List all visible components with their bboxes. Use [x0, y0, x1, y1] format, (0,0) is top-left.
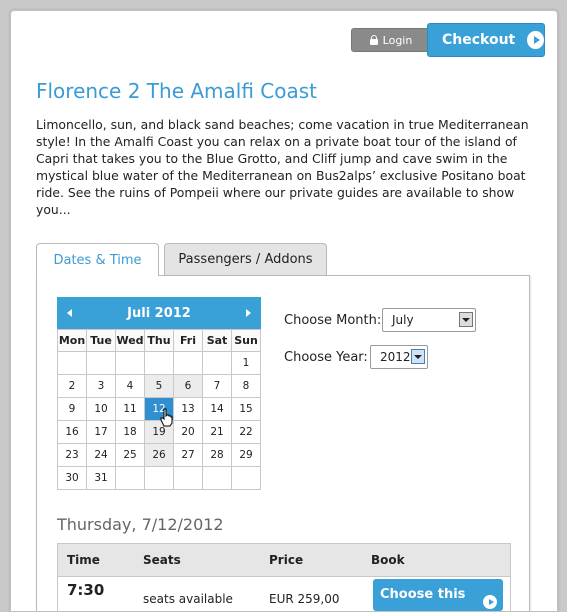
calendar-empty-cell: [144, 466, 174, 490]
calendar-day[interactable]: 8: [231, 374, 261, 398]
calendar-day[interactable]: 29: [231, 443, 261, 467]
chevron-down-icon[interactable]: [459, 312, 473, 327]
next-month-arrow-icon[interactable]: [246, 309, 251, 317]
col-seats: Seats: [143, 553, 181, 567]
selected-date-title: Thursday, 7/12/2012: [57, 515, 224, 534]
calendar-week: 1: [57, 351, 261, 375]
tour-description: Limoncello, sun, and black sand beaches;…: [36, 117, 529, 217]
calendar-day[interactable]: 6: [173, 374, 203, 398]
calendar-grid: Mon Tue Wed Thu Fri Sat Sun 1 2 3 4 5 6 7 8 9 10 11 12 13 1…: [57, 329, 261, 490]
choose-month-label: Choose Month:: [284, 313, 382, 328]
calendar-empty-cell: [202, 351, 232, 375]
calendar: Juli 2012 Mon Tue Wed Thu Fri Sat Sun 12345678…: [57, 297, 261, 490]
calendar-empty-cell: [173, 466, 203, 490]
prev-month-arrow-icon[interactable]: [67, 309, 72, 317]
calendar-header: Juli 2012: [57, 297, 261, 329]
choose-this-label: Choose this: [380, 587, 466, 602]
weekday-header: Wed: [115, 329, 145, 352]
calendar-empty-cell: [173, 351, 203, 375]
login-label: Login: [382, 33, 413, 47]
calendar-day[interactable]: 31: [86, 466, 116, 490]
schedule-table: Time Seats Price Book 7:30 seats availab…: [57, 543, 511, 611]
calendar-day[interactable]: 15: [231, 397, 261, 421]
calendar-day[interactable]: 20: [173, 420, 203, 444]
calendar-day[interactable]: 28: [202, 443, 232, 467]
calendar-day[interactable]: 4: [115, 374, 145, 398]
row-time: 7:30: [67, 581, 105, 599]
weekday-header: Fri: [173, 329, 203, 352]
hand-cursor-icon: [160, 408, 173, 427]
calendar-day[interactable]: 24: [86, 443, 116, 467]
calendar-week: 30 31: [57, 466, 261, 490]
month-select[interactable]: July: [382, 308, 476, 332]
calendar-day[interactable]: 10: [86, 397, 116, 421]
calendar-day[interactable]: 9: [57, 397, 87, 421]
calendar-week: 9 10 11 12 13 14 15: [57, 397, 261, 421]
col-price: Price: [269, 553, 304, 567]
calendar-empty-cell: [115, 466, 145, 490]
calendar-day[interactable]: 27: [173, 443, 203, 467]
booking-panel: Login Checkout Florence 2 The Amalfi Coa…: [10, 10, 558, 612]
calendar-day[interactable]: 16: [57, 420, 87, 444]
row-seats: seats available: [143, 592, 233, 606]
calendar-day[interactable]: 13: [173, 397, 203, 421]
calendar-day[interactable]: 5: [144, 374, 174, 398]
checkout-label: Checkout: [442, 32, 516, 48]
choose-this-button[interactable]: Choose this: [373, 579, 503, 611]
weekday-header: Mon: [57, 329, 87, 352]
tab-dates-time[interactable]: Dates & Time: [36, 243, 159, 276]
play-circle-icon: [527, 31, 544, 49]
row-price: EUR 259,00: [269, 592, 340, 606]
lock-icon: [369, 35, 378, 45]
calendar-day[interactable]: 22: [231, 420, 261, 444]
month-select-value: July: [392, 313, 414, 327]
weekday-header: Thu: [144, 329, 174, 352]
calendar-day[interactable]: 25: [115, 443, 145, 467]
calendar-week: 2345678: [57, 374, 261, 398]
year-select[interactable]: 2012: [370, 345, 428, 369]
choose-year-label: Choose Year:: [284, 350, 368, 365]
col-book: Book: [371, 553, 405, 567]
login-button[interactable]: Login: [351, 28, 431, 52]
calendar-day[interactable]: 30: [57, 466, 87, 490]
calendar-empty-cell: [115, 351, 145, 375]
calendar-day[interactable]: 11: [115, 397, 145, 421]
calendar-day[interactable]: 23: [57, 443, 87, 467]
play-circle-icon: [483, 595, 497, 609]
calendar-day[interactable]: 21: [202, 420, 232, 444]
schedule-header-row: Time Seats Price Book: [58, 544, 510, 577]
calendar-empty-cell: [231, 466, 261, 490]
calendar-day[interactable]: 3: [86, 374, 116, 398]
calendar-day[interactable]: 14: [202, 397, 232, 421]
weekday-header: Sun: [231, 329, 261, 352]
tour-title: Florence 2 The Amalfi Coast: [36, 79, 318, 103]
year-select-value: 2012: [380, 350, 411, 364]
calendar-empty-cell: [86, 351, 116, 375]
tab-passengers-addons[interactable]: Passengers / Addons: [164, 243, 327, 275]
calendar-week: 16 17 18 19 20 21 22: [57, 420, 261, 444]
calendar-empty-cell: [144, 351, 174, 375]
calendar-day[interactable]: 18: [115, 420, 145, 444]
calendar-week: 23 24 25 26 27 28 29: [57, 443, 261, 467]
calendar-day[interactable]: 1: [231, 351, 261, 375]
calendar-empty-cell: [202, 466, 232, 490]
calendar-day[interactable]: 7: [202, 374, 232, 398]
weekday-header: Sat: [202, 329, 232, 352]
chevron-down-icon[interactable]: [411, 349, 425, 364]
col-time: Time: [67, 553, 100, 567]
calendar-day[interactable]: 26: [144, 443, 174, 467]
calendar-day[interactable]: 17: [86, 420, 116, 444]
calendar-empty-cell: [57, 351, 87, 375]
calendar-day[interactable]: 2: [57, 374, 87, 398]
weekday-header: Tue: [86, 329, 116, 352]
schedule-row: 7:30 seats available EUR 259,00 Choose t…: [58, 577, 510, 611]
calendar-month-title: Juli 2012: [127, 305, 191, 321]
checkout-button[interactable]: Checkout: [427, 23, 545, 57]
